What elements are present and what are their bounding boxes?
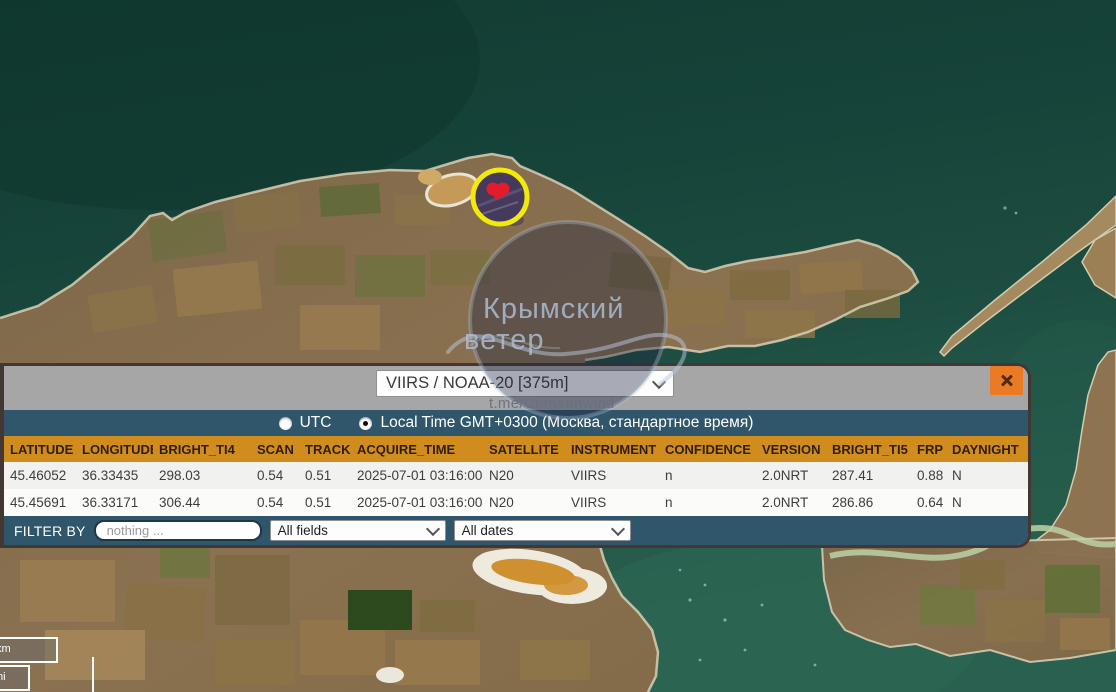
table-cell: 45.46052 [4,462,76,489]
column-header: INSTRUMENT [565,436,659,462]
chevron-down-icon [610,521,624,535]
table-cell: N20 [483,462,565,489]
sensor-select-value: VIIRS / NOAA-20 [375m] [386,374,568,393]
table-cell: VIIRS [565,462,659,489]
table-cell: 2025-07-01 03:16:00 [351,489,483,516]
column-header: TRACK [299,436,351,462]
salt-lake-north-tail [418,169,442,185]
table-cell: n [659,462,756,489]
table-cell: 45.45691 [4,489,76,516]
time-toggle-row: UTC Local Time GMT+0300 (Москва, стандар… [4,410,1028,436]
utc-radio-label[interactable]: UTC [300,414,332,432]
table-cell: 0.64 [911,489,946,516]
table-cell: 2.0NRT [756,462,826,489]
close-icon [999,373,1015,389]
table-cell: 287.41 [826,462,911,489]
local-time-radio-label[interactable]: Local Time GMT+0300 (Москва, стандартное… [380,414,753,432]
fire-detections-table: LATITUDELONGITUDEBRIGHT_TI4SCANTRACKACQU… [4,436,1028,516]
table-cell: N [946,462,1028,489]
map-scale-km: km [0,637,58,663]
table-cell: 0.51 [299,489,351,516]
column-header: SCAN [251,436,299,462]
table-cell: N [946,489,1028,516]
filter-date-select-value: All dates [462,523,514,538]
fire-data-panel: VIIRS / NOAA-20 [375m] UTC Local Time GM… [0,363,1031,548]
table-cell: 2025-07-01 03:16:00 [351,462,483,489]
column-header: LATITUDE [4,436,76,462]
column-header: SATELLITE [483,436,565,462]
filter-field-select-value: All fields [278,523,328,538]
local-time-radio[interactable] [359,417,372,430]
satellite-map[interactable] [0,0,1116,692]
filter-date-select[interactable]: All dates [454,520,631,541]
table-cell: 0.54 [251,462,299,489]
map-scale-tick [92,657,94,692]
column-header: VERSION [756,436,826,462]
table-cell: VIIRS [565,489,659,516]
forest-patch [348,590,412,630]
table-cell: 36.33171 [76,489,153,516]
column-header: LONGITUDE [76,436,153,462]
chevron-down-icon [652,374,666,388]
table-cell: 2.0NRT [756,489,826,516]
filter-bar: FILTER BY All fields All dates [4,516,1028,545]
radio-selected-dot [363,421,368,426]
column-header: FRP [911,436,946,462]
table-row: 45.4605236.33435298.030.540.512025-07-01… [4,462,1028,489]
table-cell: 36.33435 [76,462,153,489]
column-header: BRIGHT_TI4 [153,436,251,462]
column-header: ACQUIRE_TIME [351,436,483,462]
table-cell: 286.86 [826,489,911,516]
table-cell: N20 [483,489,565,516]
panel-header-bar: VIIRS / NOAA-20 [375m] [4,366,1028,410]
filter-input[interactable] [94,520,262,541]
table-cell: 0.51 [299,462,351,489]
column-header: DAYNIGHT [946,436,1028,462]
utc-radio[interactable] [279,417,292,430]
table-cell: 0.88 [911,462,946,489]
table-row: 45.4569136.33171306.440.540.512025-07-01… [4,489,1028,516]
table-header-row: LATITUDELONGITUDEBRIGHT_TI4SCANTRACKACQU… [4,436,1028,462]
filter-field-select[interactable]: All fields [270,520,446,541]
sensor-select[interactable]: VIIRS / NOAA-20 [375m] [376,370,674,397]
table-cell: n [659,489,756,516]
filter-label: FILTER BY [14,523,86,539]
column-header: CONFIDENCE [659,436,756,462]
table-cell: 306.44 [153,489,251,516]
small-salt-pond [376,667,404,683]
column-header: BRIGHT_TI5 [826,436,911,462]
table-cell: 298.03 [153,462,251,489]
close-button[interactable] [990,366,1023,395]
map-scale-mi: mi [0,665,30,691]
chevron-down-icon [425,521,439,535]
table-cell: 0.54 [251,489,299,516]
